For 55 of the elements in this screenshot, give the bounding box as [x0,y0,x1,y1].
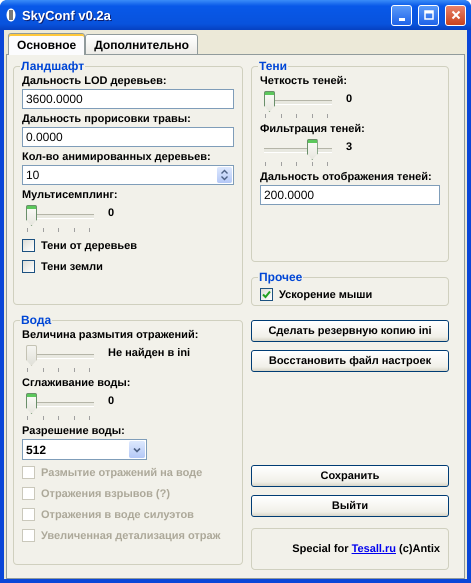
group-title: Вода [20,313,52,327]
close-icon [450,10,460,20]
slider-thumb[interactable] [264,91,275,112]
field-label: Дальность LOD деревьев: [22,75,168,87]
ini-button[interactable]: Восстановить файл настроек [251,350,449,372]
minimize-button[interactable] [391,4,412,26]
field-label: Дальность прорисовки травы: [22,113,192,125]
checkbox[interactable] [260,288,273,300]
checkbox-label: Тени земли [41,261,103,273]
slider-value: 0 [346,93,352,105]
slider-label: Мультисемплинг: [22,189,119,201]
slider-value: 0 [108,395,114,407]
slider-label: Сглаживание воды: [22,377,132,389]
checkbox-label: Увеличенная детализация отраж [41,530,220,542]
group-title: Ландшафт [20,59,86,73]
checkbox-label: Отражения в воде силуэтов [41,509,194,521]
field-label: Разрешение воды: [22,425,126,437]
slider-thumb[interactable] [26,393,37,414]
minimize-icon [398,18,404,20]
checkbox-label: Отражения взрывов (?) [41,488,170,500]
tab[interactable]: Дополнительно [85,34,198,54]
slider-label: Четкость теней: [260,75,348,87]
slider-label: Величина размытия отражений: [22,329,200,341]
group-title: Тени [258,59,288,73]
action-button[interactable]: Выйти [251,495,449,517]
maximize-icon [424,10,434,20]
input-field[interactable]: 3600.0000 [22,89,234,109]
slider-thumb[interactable] [26,205,37,226]
checkbox[interactable] [22,260,35,272]
checkbox-label: Размытие отражений на воде [41,467,202,479]
tab[interactable]: Основное [8,33,86,55]
checkbox-label: Ускорение мыши [279,289,372,301]
slider-label: Фильтрация теней: [260,123,366,135]
slider-value: 3 [346,141,352,153]
action-button[interactable]: Сохранить [251,465,449,487]
site-link[interactable]: Tesall.ru [352,543,396,555]
ini-button[interactable]: Сделать резервную копию ini [251,320,449,342]
maximize-button[interactable] [418,4,439,26]
checkbox[interactable] [22,238,35,252]
field-label: Кол-во анимированных деревьев: [22,151,212,163]
app-icon [6,8,16,22]
credits-text: Special for Tesall.ru (c)Antix [292,543,440,555]
dropdown[interactable]: 512 [22,439,147,460]
input-field[interactable]: 200.0000 [260,185,440,205]
checkbox-label: Тени от деревьев [41,240,137,252]
group-title: Прочее [258,270,304,284]
spin-arrows-icon[interactable] [217,167,232,183]
slider-value: 0 [108,207,114,219]
window-title: SkyConf v0.2a [22,8,112,22]
field-label: Дальность отображения теней: [260,171,433,183]
slider-value: Не найден в ini [108,347,190,359]
close-button[interactable] [445,4,466,26]
input-field[interactable]: 0.0000 [22,127,234,147]
spin-field[interactable]: 10 [22,165,234,185]
slider-thumb[interactable] [306,139,318,160]
